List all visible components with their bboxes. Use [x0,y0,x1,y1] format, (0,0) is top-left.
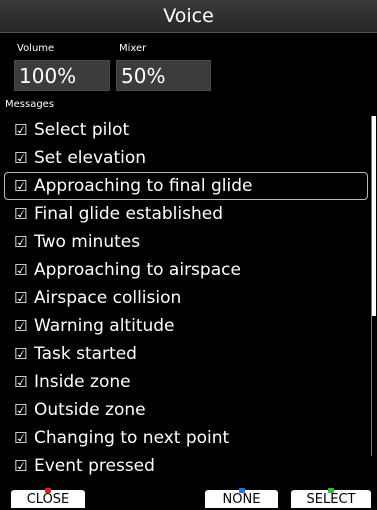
message-item-inside-zone[interactable]: ☑ Inside zone [4,368,368,396]
message-item-approaching-final-glide[interactable]: ☑ Approaching to final glide [4,172,368,200]
message-item-label: Task started [34,344,137,364]
select-button[interactable]: SELECT [291,488,371,508]
message-item-label: Inside zone [34,372,131,392]
checkbox-checked-icon[interactable]: ☑ [14,312,28,340]
mixer-label: Mixer [119,43,147,54]
checkbox-checked-icon[interactable]: ☑ [14,200,28,228]
message-item-two-minutes[interactable]: ☑ Two minutes [4,228,368,256]
message-item-label: Warning altitude [34,316,175,336]
message-item-final-glide-established[interactable]: ☑ Final glide established [4,200,368,228]
message-item-label: Set elevation [34,148,147,168]
message-item-approaching-airspace[interactable]: ☑ Approaching to airspace [4,256,368,284]
close-button[interactable]: CLOSE [11,488,85,508]
message-item-task-started[interactable]: ☑ Task started [4,340,368,368]
none-button-label: NONE [222,492,261,507]
checkbox-checked-icon[interactable]: ☑ [14,228,28,256]
message-item-set-elevation[interactable]: ☑ Set elevation [4,144,368,172]
close-button-label: CLOSE [26,492,70,507]
messages-list: ☑ Select pilot ☑ Set elevation ☑ Approachin… [4,116,368,480]
checkbox-checked-icon[interactable]: ☑ [14,144,28,172]
message-item-label: Changing to next point [34,428,230,448]
volume-label: Volume [17,43,55,54]
message-item-label: Select pilot [34,120,130,140]
message-item-label: Outside zone [34,400,146,420]
checkbox-checked-icon[interactable]: ☑ [14,284,28,312]
message-item-label: Event pressed [34,456,155,476]
select-button-label: SELECT [306,492,356,507]
message-item-label: Approaching to final glide [34,176,253,196]
message-item-label: Final glide established [34,204,223,224]
message-item-warning-altitude[interactable]: ☑ Warning altitude [4,312,368,340]
message-item-airspace-collision[interactable]: ☑ Airspace collision [4,284,368,312]
checkbox-checked-icon[interactable]: ☑ [14,452,28,480]
checkbox-checked-icon[interactable]: ☑ [14,340,28,368]
message-item-outside-zone[interactable]: ☑ Outside zone [4,396,368,424]
checkbox-checked-icon[interactable]: ☑ [14,116,28,144]
mixer-field[interactable]: 50% [116,60,211,91]
message-item-changing-next-point[interactable]: ☑ Changing to next point [4,424,368,452]
message-item-label: Airspace collision [34,288,182,308]
blue-indicator-icon [238,488,245,493]
none-button[interactable]: NONE [205,488,278,508]
message-item-label: Two minutes [34,232,141,252]
scrollbar-thumb[interactable] [372,116,376,316]
checkbox-checked-icon[interactable]: ☑ [14,368,28,396]
checkbox-checked-icon[interactable]: ☑ [14,396,28,424]
red-indicator-icon [45,488,51,493]
checkbox-checked-icon[interactable]: ☑ [14,424,28,452]
green-indicator-icon [328,488,334,493]
message-item-select-pilot[interactable]: ☑ Select pilot [4,116,368,144]
page-title: Voice [0,0,377,33]
message-item-label: Approaching to airspace [34,260,241,280]
messages-label: Messages [5,99,55,110]
messages-scrollbar[interactable] [371,116,377,456]
volume-field[interactable]: 100% [14,60,110,91]
checkbox-checked-icon[interactable]: ☑ [14,256,28,284]
checkbox-checked-icon[interactable]: ☑ [14,173,28,199]
message-item-event-pressed[interactable]: ☑ Event pressed [4,452,368,480]
